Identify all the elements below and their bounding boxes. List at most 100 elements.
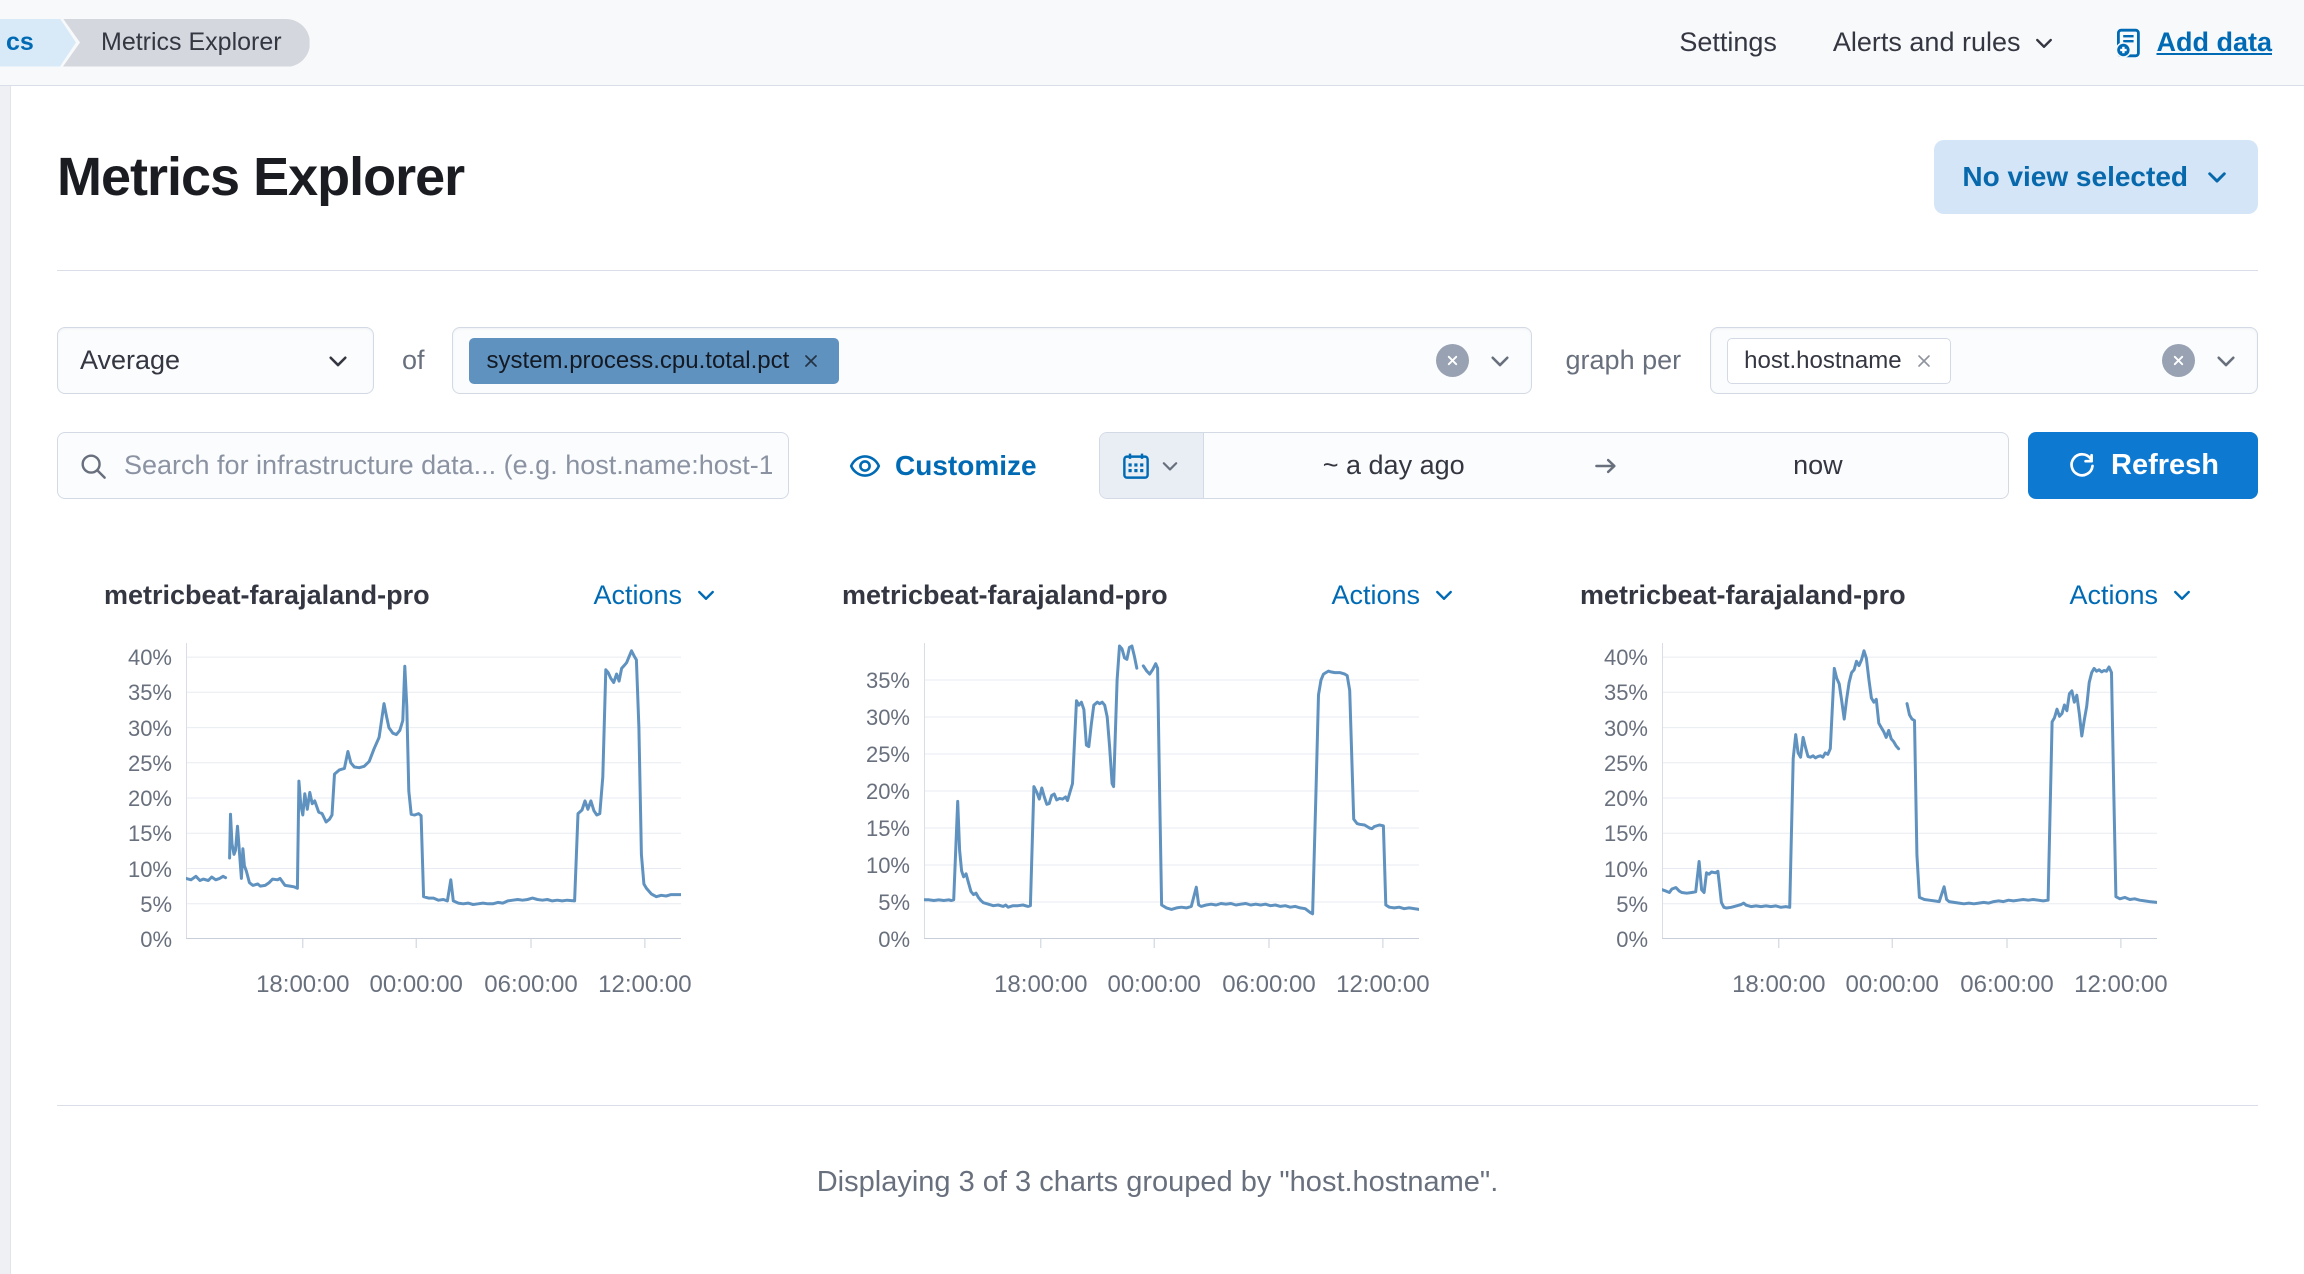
y-axis-tick-label: 5% — [104, 892, 172, 918]
add-data-link[interactable]: Add data — [2112, 27, 2272, 59]
breadcrumb-metrics[interactable]: cs — [0, 19, 76, 67]
customize-button[interactable]: Customize — [849, 450, 1037, 482]
chart-title: metricbeat-farajaland-pro — [842, 580, 1168, 611]
top-actions: Settings Alerts and rules — [1679, 27, 2272, 59]
y-axis-tick-label: 30% — [1580, 716, 1648, 742]
refresh-label: Refresh — [2111, 449, 2219, 482]
search-box — [57, 432, 789, 499]
date-range-end-label: now — [1793, 450, 1843, 481]
page-title: Metrics Explorer — [57, 146, 464, 208]
y-axis-tick-label: 35% — [104, 680, 172, 706]
y-axis-tick-label: 10% — [842, 853, 910, 879]
chart-header: metricbeat-farajaland-proActions — [1580, 573, 2194, 617]
chevron-down-icon — [325, 348, 351, 374]
x-axis-tick-label: 06:00:00 — [1952, 971, 2062, 999]
y-axis-tick-label: 5% — [1580, 892, 1648, 918]
chevron-down-icon — [694, 583, 718, 607]
chart-body: 40%35%30%25%20%15%10%5%0%18:00:0000:00:0… — [1580, 643, 2194, 1005]
chart-plot-area: 18:00:0000:00:0006:00:0012:00:00 — [186, 643, 681, 1005]
chart-header: metricbeat-farajaland-pro Actions — [104, 573, 718, 617]
aggregation-select[interactable]: Average — [57, 327, 374, 394]
header-divider — [57, 270, 2258, 271]
graph-per-label: graph per — [1566, 345, 1682, 376]
y-axis-tick-label: 20% — [842, 779, 910, 805]
y-axis-tick-label: 5% — [842, 890, 910, 916]
search-icon — [78, 451, 108, 481]
metric-field-tag[interactable]: system.process.cpu.total.pct — [469, 338, 840, 384]
chevron-down-icon — [1487, 348, 1513, 374]
add-data-label: Add data — [2156, 27, 2272, 58]
chart-actions-label: Actions — [2069, 580, 2158, 611]
y-axis-tick-label: 25% — [842, 742, 910, 768]
metric-field-combobox[interactable]: system.process.cpu.total.pct — [452, 327, 1532, 394]
x-axis-tick-label: 18:00:00 — [1724, 971, 1834, 999]
x-axis-tick-label: 06:00:00 — [476, 971, 586, 999]
date-range-picker: ~ a day ago now — [1099, 432, 2009, 499]
chart-actions-button[interactable]: Actions — [593, 580, 718, 611]
chevron-down-icon — [2032, 31, 2056, 55]
y-axis-tick-label: 25% — [104, 751, 172, 777]
add-data-icon — [2112, 27, 2144, 59]
quick-select-button[interactable] — [1100, 433, 1204, 498]
y-axis-labels: 40%35%30%25%20%15%10%5%0% — [1580, 643, 1648, 939]
toolbar-row: Customize — [57, 432, 2258, 499]
y-axis-tick-label: 0% — [1580, 927, 1648, 953]
y-axis-tick-label: 40% — [1580, 645, 1648, 671]
y-axis-tick-label: 15% — [104, 821, 172, 847]
chevron-down-icon — [1159, 455, 1181, 477]
chevron-down-icon — [1432, 583, 1456, 607]
chart-actions-button[interactable]: Actions — [1331, 580, 1456, 611]
metric-chart: metricbeat-farajaland-proActions35%30%25… — [842, 573, 1456, 1005]
y-axis-tick-label: 20% — [1580, 786, 1648, 812]
x-axis-tick-label: 12:00:00 — [2066, 971, 2176, 999]
line-chart-canvas — [186, 643, 681, 949]
page-content: Metrics Explorer No view selected Averag… — [10, 86, 2304, 1274]
breadcrumb-metrics-explorer: Metrics Explorer — [63, 19, 310, 67]
saved-view-label: No view selected — [1962, 161, 2188, 193]
refresh-button[interactable]: Refresh — [2028, 432, 2258, 499]
y-axis-tick-label: 40% — [104, 645, 172, 671]
x-axis-tick-label: 06:00:00 — [1214, 971, 1324, 999]
chevron-down-icon — [2170, 583, 2194, 607]
date-range-start[interactable]: ~ a day ago — [1204, 433, 1584, 498]
saved-view-selector[interactable]: No view selected — [1934, 140, 2258, 214]
x-axis-tick-label: 18:00:00 — [986, 971, 1096, 999]
metric-field-tag-label: system.process.cpu.total.pct — [487, 347, 790, 375]
y-axis-tick-label: 30% — [104, 716, 172, 742]
chart-body: 35%30%25%20%15%10%5%0%18:00:0000:00:0006… — [842, 643, 1456, 1005]
settings-link[interactable]: Settings — [1679, 27, 1777, 58]
aggregation-value: Average — [80, 345, 180, 376]
group-by-tag[interactable]: host.hostname — [1727, 338, 1950, 384]
tag-remove-icon[interactable] — [1914, 351, 1934, 371]
date-range-end[interactable]: now — [1628, 433, 2008, 498]
alerts-and-rules-menu[interactable]: Alerts and rules — [1833, 27, 2057, 58]
tag-remove-icon[interactable] — [801, 351, 821, 371]
x-axis-tick-label: 12:00:00 — [1328, 971, 1438, 999]
x-axis-labels: 18:00:0000:00:0006:00:0012:00:00 — [924, 949, 1419, 1005]
chart-title: metricbeat-farajaland-pro — [104, 580, 430, 611]
line-chart-canvas — [924, 643, 1419, 949]
y-axis-tick-label: 35% — [1580, 680, 1648, 706]
chart-header: metricbeat-farajaland-pro Actions — [842, 573, 1456, 617]
y-axis-tick-label: 0% — [842, 927, 910, 953]
search-input[interactable] — [124, 450, 772, 481]
of-label: of — [402, 345, 425, 376]
group-by-combobox[interactable]: host.hostname — [1710, 327, 2258, 394]
y-axis-tick-label: 25% — [1580, 751, 1648, 777]
chart-body: 40%35%30%25%20%15%10%5%0%18:00:0000:00:0… — [104, 643, 718, 1005]
clear-metric-button[interactable] — [1436, 344, 1469, 377]
y-axis-tick-label: 20% — [104, 786, 172, 812]
arrow-right-icon — [1584, 433, 1628, 498]
clear-group-by-button[interactable] — [2162, 344, 2195, 377]
refresh-icon — [2067, 451, 2097, 481]
eye-icon — [849, 450, 881, 482]
x-axis-labels: 18:00:0000:00:0006:00:0012:00:00 — [1662, 949, 2157, 1005]
chart-actions-label: Actions — [593, 580, 682, 611]
x-axis-tick-label: 00:00:00 — [361, 971, 471, 999]
settings-label: Settings — [1679, 27, 1777, 58]
y-axis-tick-label: 15% — [842, 816, 910, 842]
chart-actions-button[interactable]: Actions — [2069, 580, 2194, 611]
y-axis-tick-label: 30% — [842, 705, 910, 731]
x-axis-tick-label: 00:00:00 — [1837, 971, 1947, 999]
chart-plot-area: 18:00:0000:00:0006:00:0012:00:00 — [924, 643, 1419, 1005]
